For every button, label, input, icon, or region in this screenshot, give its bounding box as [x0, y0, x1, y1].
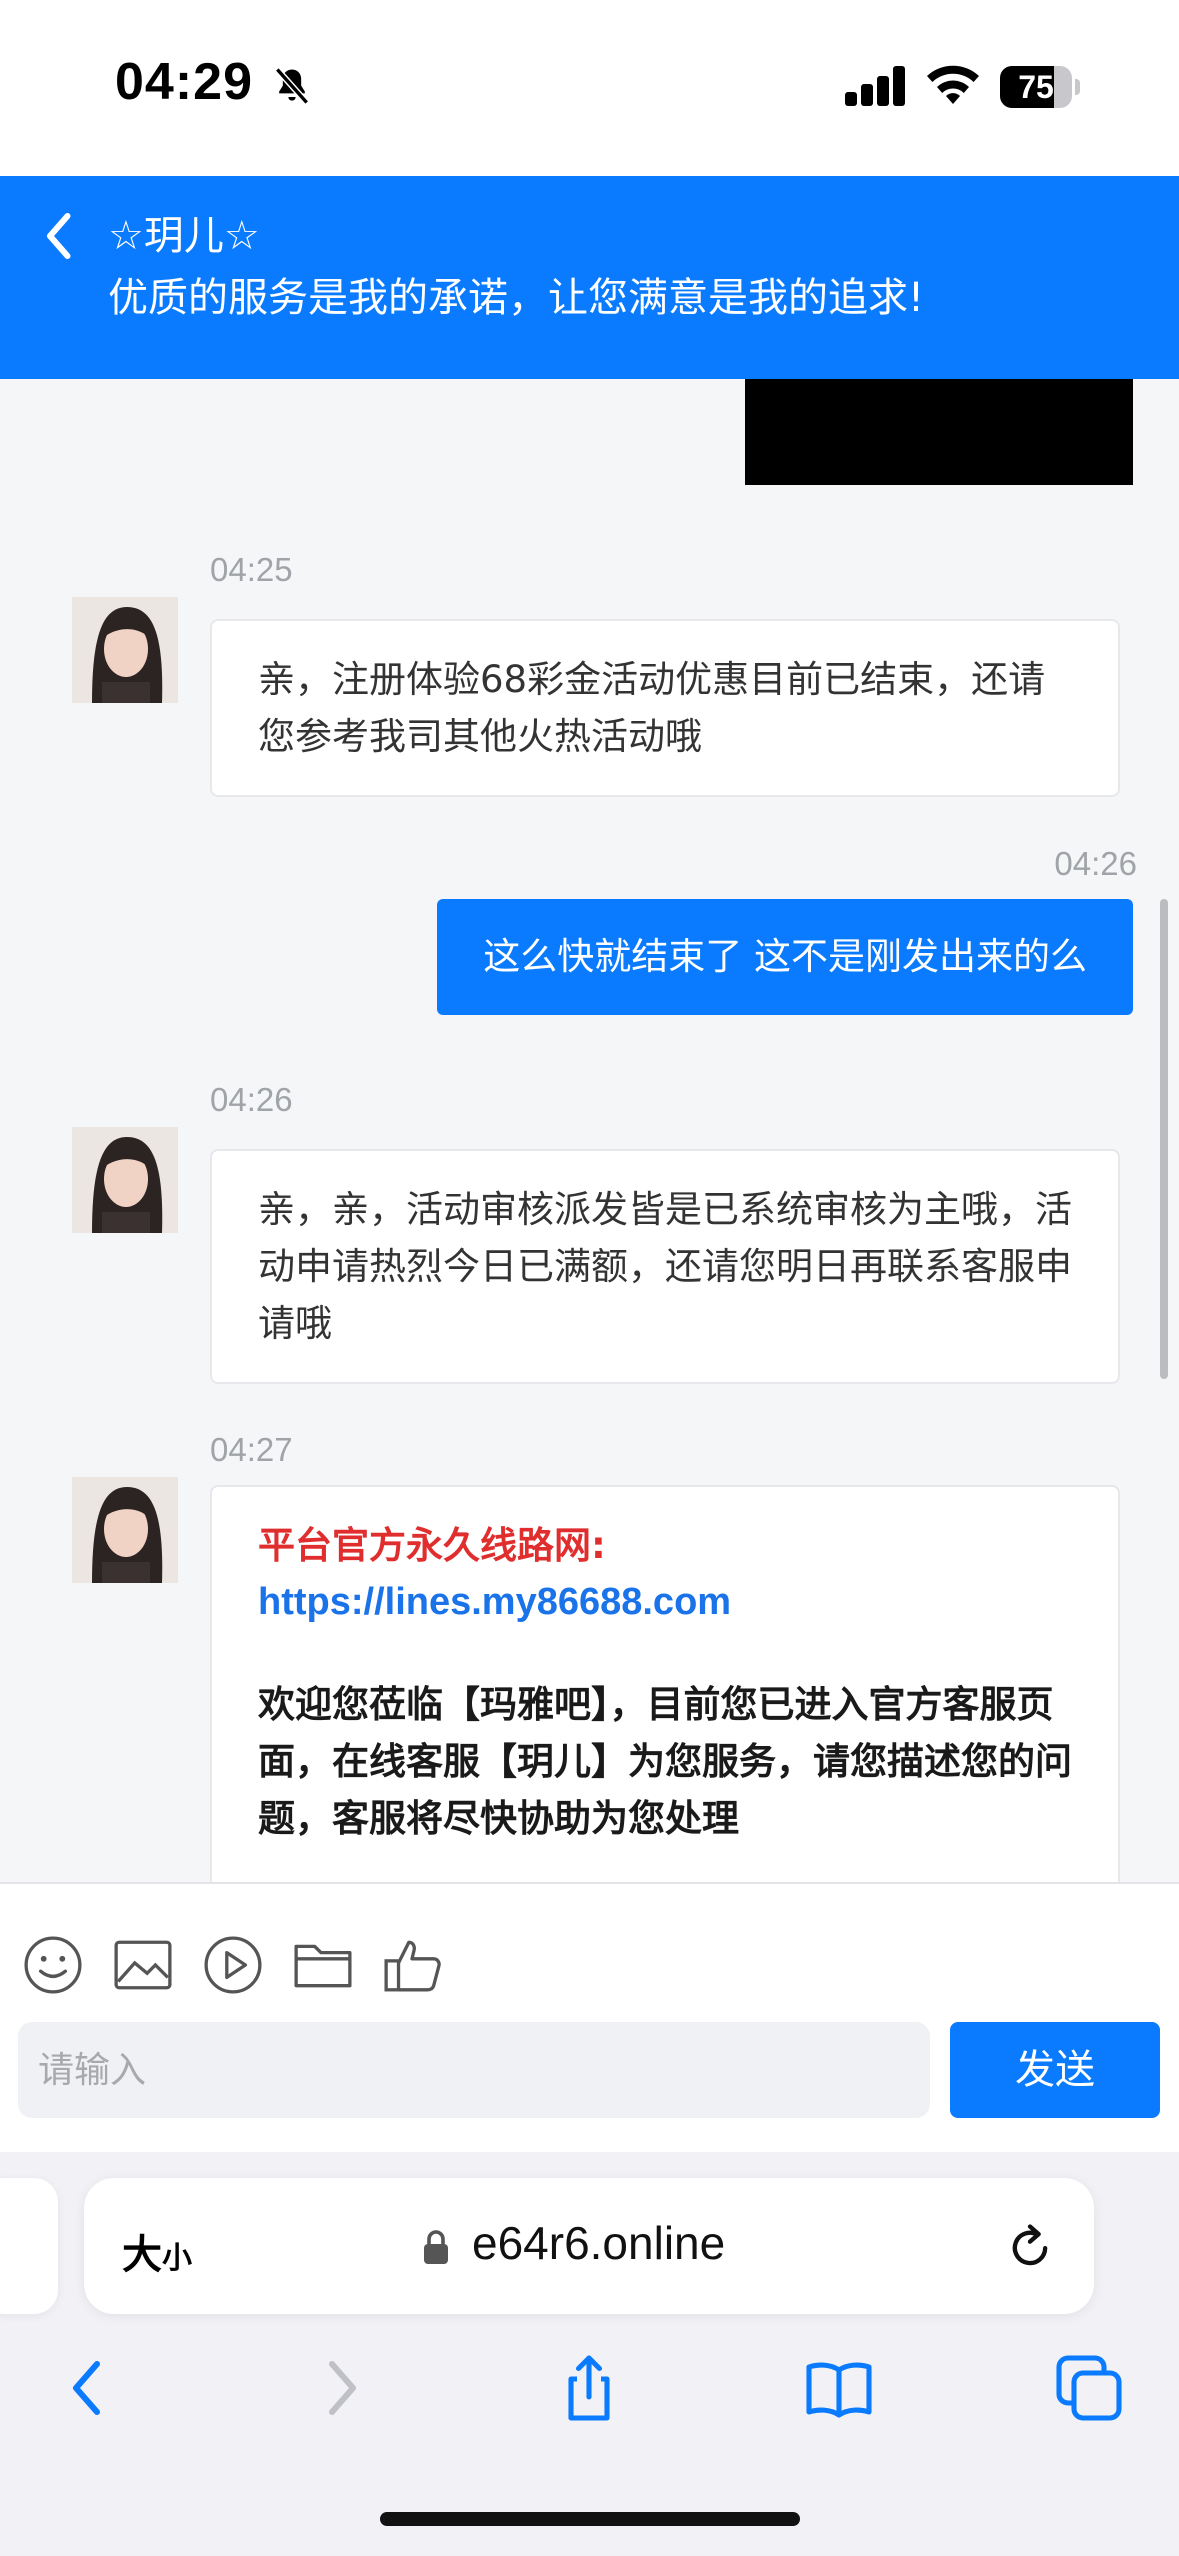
- user-message-bubble: 这么快就结束了 这不是刚发出来的么: [437, 899, 1133, 1015]
- bell-slash-icon: [275, 67, 309, 105]
- share-icon[interactable]: [553, 2352, 625, 2424]
- scrollbar[interactable]: [1160, 899, 1168, 1379]
- address-bar[interactable]: 大小 e64r6.online: [84, 2178, 1094, 2314]
- avatar-image: [72, 597, 178, 703]
- agent-avatar: [72, 597, 178, 703]
- message-input[interactable]: [18, 2022, 930, 2118]
- thumbs-up-icon[interactable]: [382, 1934, 444, 1996]
- agent-slogan: 优质的服务是我的承诺，让您满意是我的追求!: [108, 275, 925, 321]
- chat-input-toolbar: 发送: [0, 1882, 1179, 2154]
- message-timestamp: 04:25: [210, 551, 293, 588]
- chevron-left-icon[interactable]: [30, 206, 90, 266]
- folder-icon[interactable]: [292, 1934, 354, 1996]
- welcome-message-bubble: 平台官方永久线路网: https://lines.my86688.com 欢迎您…: [210, 1485, 1120, 1882]
- agent-message-bubble: 亲，亲，活动审核派发皆是已系统审核为主哦，活动申请热烈今日已满额，还请您明日再联…: [210, 1149, 1120, 1384]
- avatar-image: [72, 1127, 178, 1233]
- welcome-text: 欢迎您莅临【玛雅吧】，目前您已进入官方客服页面，在线客服【玥儿】为您服务，请您描…: [258, 1683, 1072, 1840]
- battery-percent: 75: [1018, 69, 1054, 105]
- back-icon[interactable]: [52, 2352, 124, 2424]
- text-size-button[interactable]: 大小: [122, 2222, 192, 2280]
- text-size-small: 小: [162, 2241, 192, 2276]
- status-time: 04:29: [115, 53, 253, 111]
- emoji-icon[interactable]: [22, 1934, 84, 1996]
- previous-tab-peek[interactable]: [0, 2178, 58, 2314]
- image-icon[interactable]: [112, 1934, 174, 1996]
- avatar-image: [72, 1477, 178, 1583]
- battery-icon: 75: [1000, 66, 1080, 108]
- bookmarks-icon[interactable]: [803, 2352, 875, 2424]
- lock-icon: [424, 2230, 448, 2264]
- url-text[interactable]: e64r6.online: [472, 2216, 725, 2270]
- message-timestamp: 04:27: [210, 1431, 293, 1468]
- send-button[interactable]: 发送: [950, 2022, 1160, 2118]
- home-indicator[interactable]: [380, 2512, 800, 2526]
- agent-message-bubble: 亲，注册体验68彩金活动优惠目前已结束，还请您参考我司其他火热活动哦: [210, 619, 1120, 797]
- official-url-heading: 平台官方永久线路网:: [258, 1524, 606, 1567]
- message-timestamp: 04:26: [1054, 845, 1137, 882]
- cellular-signal-icon: [845, 66, 905, 106]
- image-message[interactable]: [745, 379, 1133, 485]
- video-icon[interactable]: [202, 1934, 264, 1996]
- message-list[interactable]: 04:25 亲，注册体验68彩金活动优惠目前已结束，还请您参考我司其他火热活动哦…: [0, 379, 1179, 1882]
- agent-avatar: [72, 1127, 178, 1233]
- status-bar: 04:29 75: [0, 0, 1179, 176]
- forward-icon[interactable]: [305, 2352, 377, 2424]
- browser-chrome: 大小 e64r6.online: [0, 2152, 1179, 2556]
- reload-icon[interactable]: [1004, 2220, 1056, 2272]
- wifi-icon: [927, 65, 979, 104]
- chat-header: ☆玥儿☆ 优质的服务是我的承诺，让您满意是我的追求!: [0, 176, 1179, 379]
- official-url-link[interactable]: https://lines.my86688.com: [258, 1574, 1072, 1631]
- tabs-icon[interactable]: [1053, 2352, 1125, 2424]
- agent-name: ☆玥儿☆: [108, 213, 260, 259]
- message-timestamp: 04:26: [210, 1081, 293, 1118]
- text-size-large: 大: [122, 2232, 162, 2278]
- agent-avatar: [72, 1477, 178, 1583]
